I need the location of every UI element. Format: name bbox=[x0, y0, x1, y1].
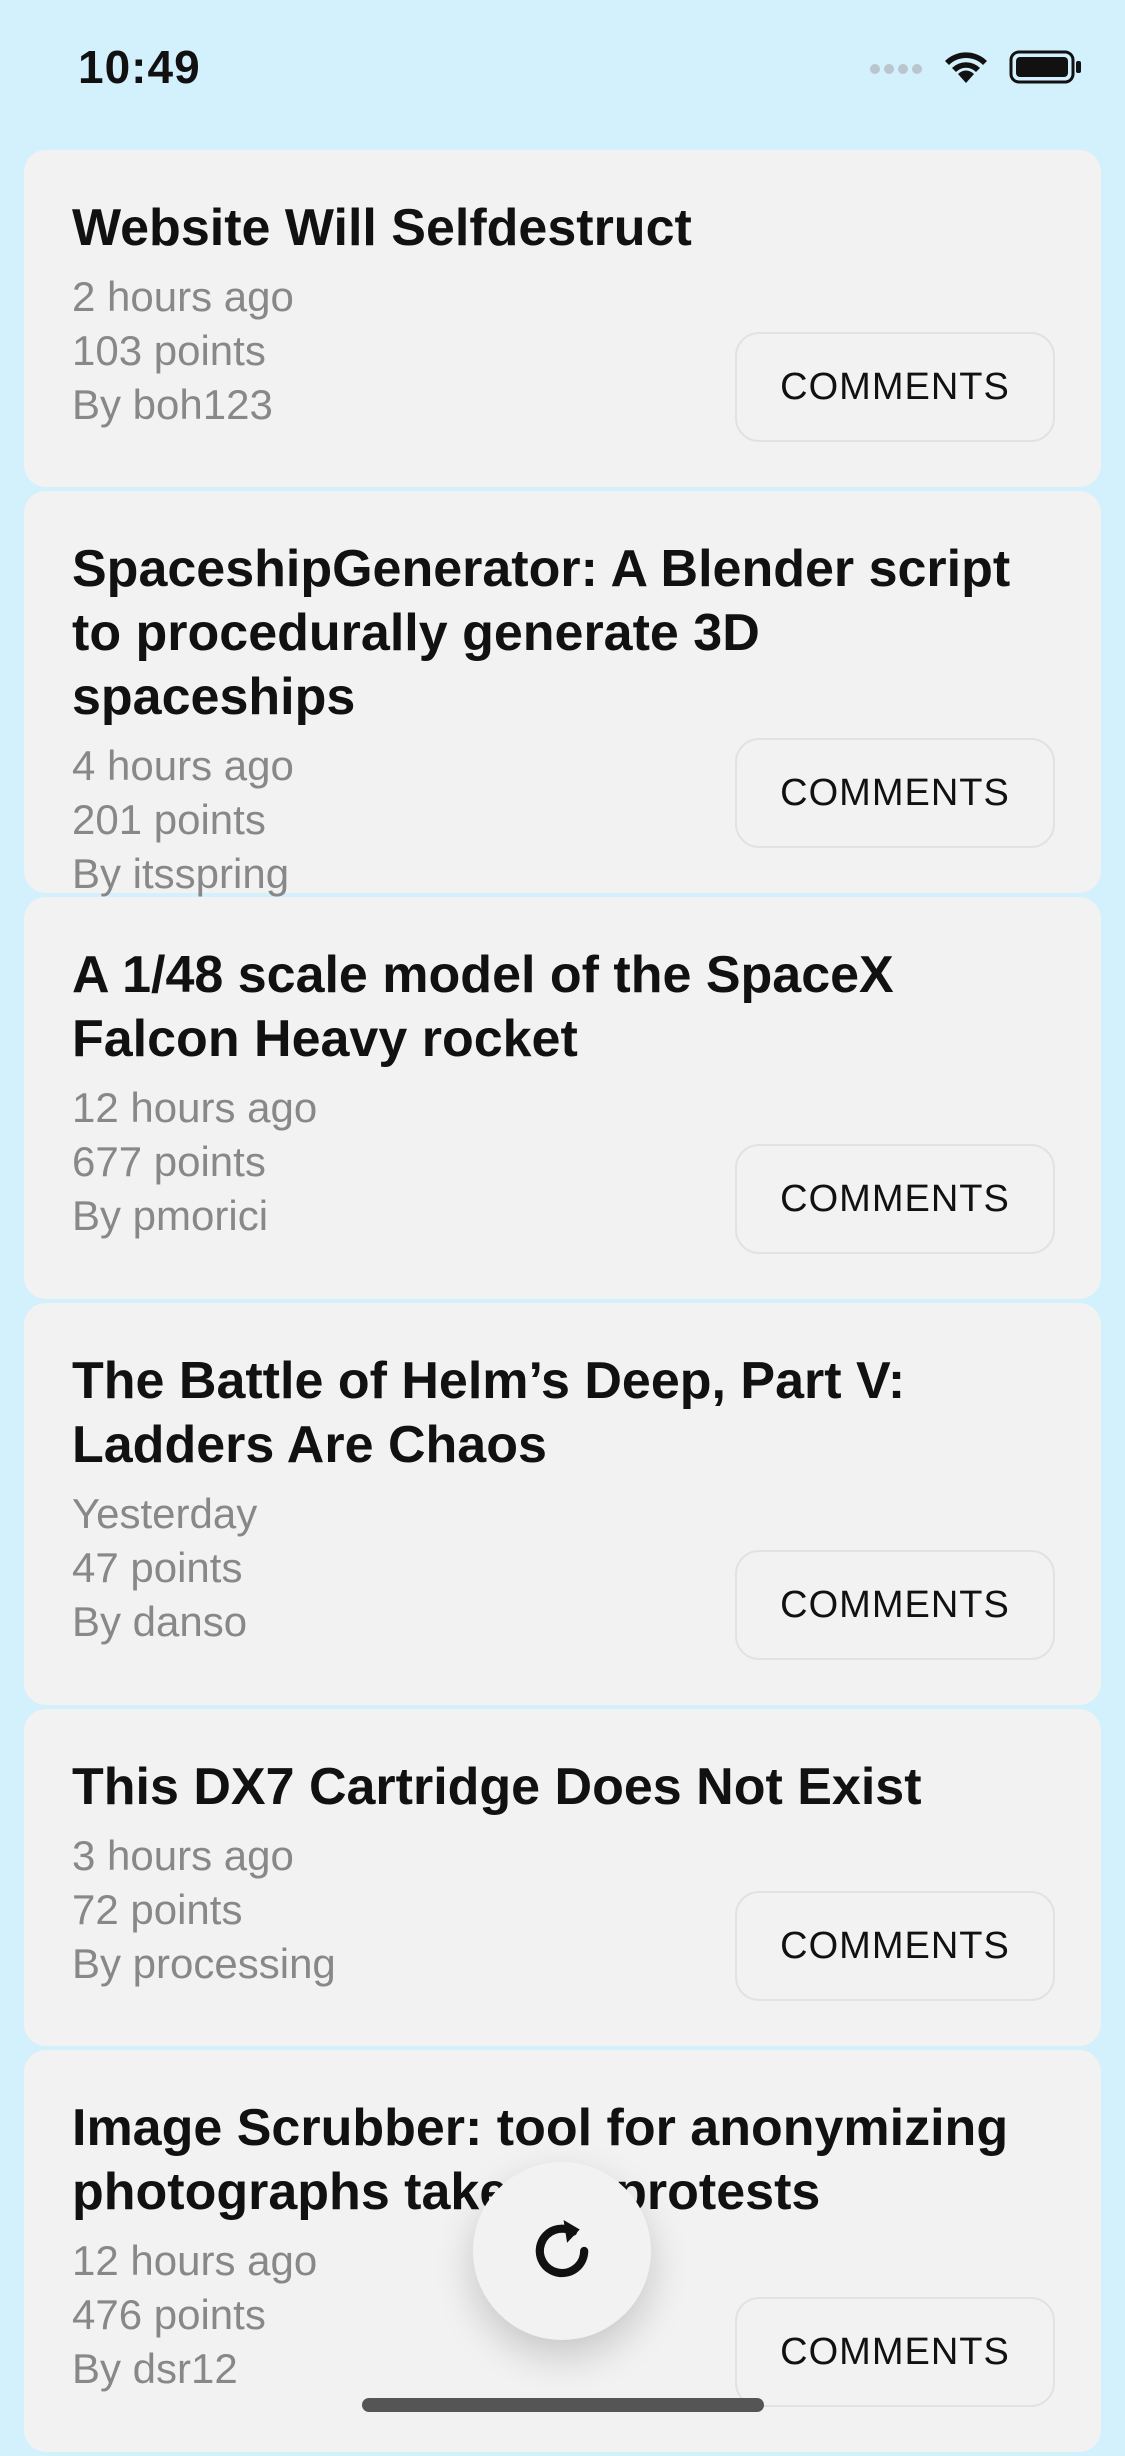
comments-button[interactable]: COMMENTS bbox=[735, 2297, 1055, 2407]
story-card[interactable]: The Battle of Helm’s Deep, Part V: Ladde… bbox=[24, 1303, 1101, 1705]
story-time: Yesterday bbox=[72, 1490, 258, 1537]
comments-button[interactable]: COMMENTS bbox=[735, 332, 1055, 442]
story-title[interactable]: A 1/48 scale model of the SpaceX Falcon … bbox=[72, 943, 1055, 1071]
story-time: 2 hours ago bbox=[72, 273, 294, 320]
refresh-button[interactable] bbox=[473, 2162, 651, 2340]
signal-icon bbox=[870, 64, 922, 74]
status-icons bbox=[869, 50, 1083, 84]
story-time: 12 hours ago bbox=[72, 1084, 318, 1131]
comments-button[interactable]: COMMENTS bbox=[735, 1891, 1055, 2001]
story-title[interactable]: The Battle of Helm’s Deep, Part V: Ladde… bbox=[72, 1349, 1055, 1477]
wifi-icon bbox=[945, 52, 987, 83]
refresh-icon bbox=[535, 2219, 589, 2278]
story-card[interactable]: This DX7 Cartridge Does Not Exist 3 hour… bbox=[24, 1709, 1101, 2046]
story-title[interactable]: Website Will Selfdestruct bbox=[72, 196, 1055, 260]
story-title[interactable]: SpaceshipGenerator: A Blender script to … bbox=[72, 537, 1055, 729]
comments-button[interactable]: COMMENTS bbox=[735, 738, 1055, 848]
story-title[interactable]: This DX7 Cartridge Does Not Exist bbox=[72, 1755, 1055, 1819]
comments-button[interactable]: COMMENTS bbox=[735, 1550, 1055, 1660]
story-author: By itsspring bbox=[72, 850, 290, 897]
home-indicator[interactable] bbox=[362, 2398, 764, 2412]
status-time: 10:49 bbox=[78, 41, 201, 93]
story-list: Website Will Selfdestruct 2 hours ago 10… bbox=[24, 150, 1101, 2456]
status-bar: 10:49 bbox=[0, 0, 1125, 140]
story-card[interactable]: A 1/48 scale model of the SpaceX Falcon … bbox=[24, 897, 1101, 1299]
comments-button[interactable]: COMMENTS bbox=[735, 1144, 1055, 1254]
story-time: 3 hours ago bbox=[72, 1832, 294, 1879]
story-card[interactable]: Website Will Selfdestruct 2 hours ago 10… bbox=[24, 150, 1101, 487]
story-card[interactable]: SpaceshipGenerator: A Blender script to … bbox=[24, 491, 1101, 897]
battery-icon bbox=[1009, 50, 1081, 84]
